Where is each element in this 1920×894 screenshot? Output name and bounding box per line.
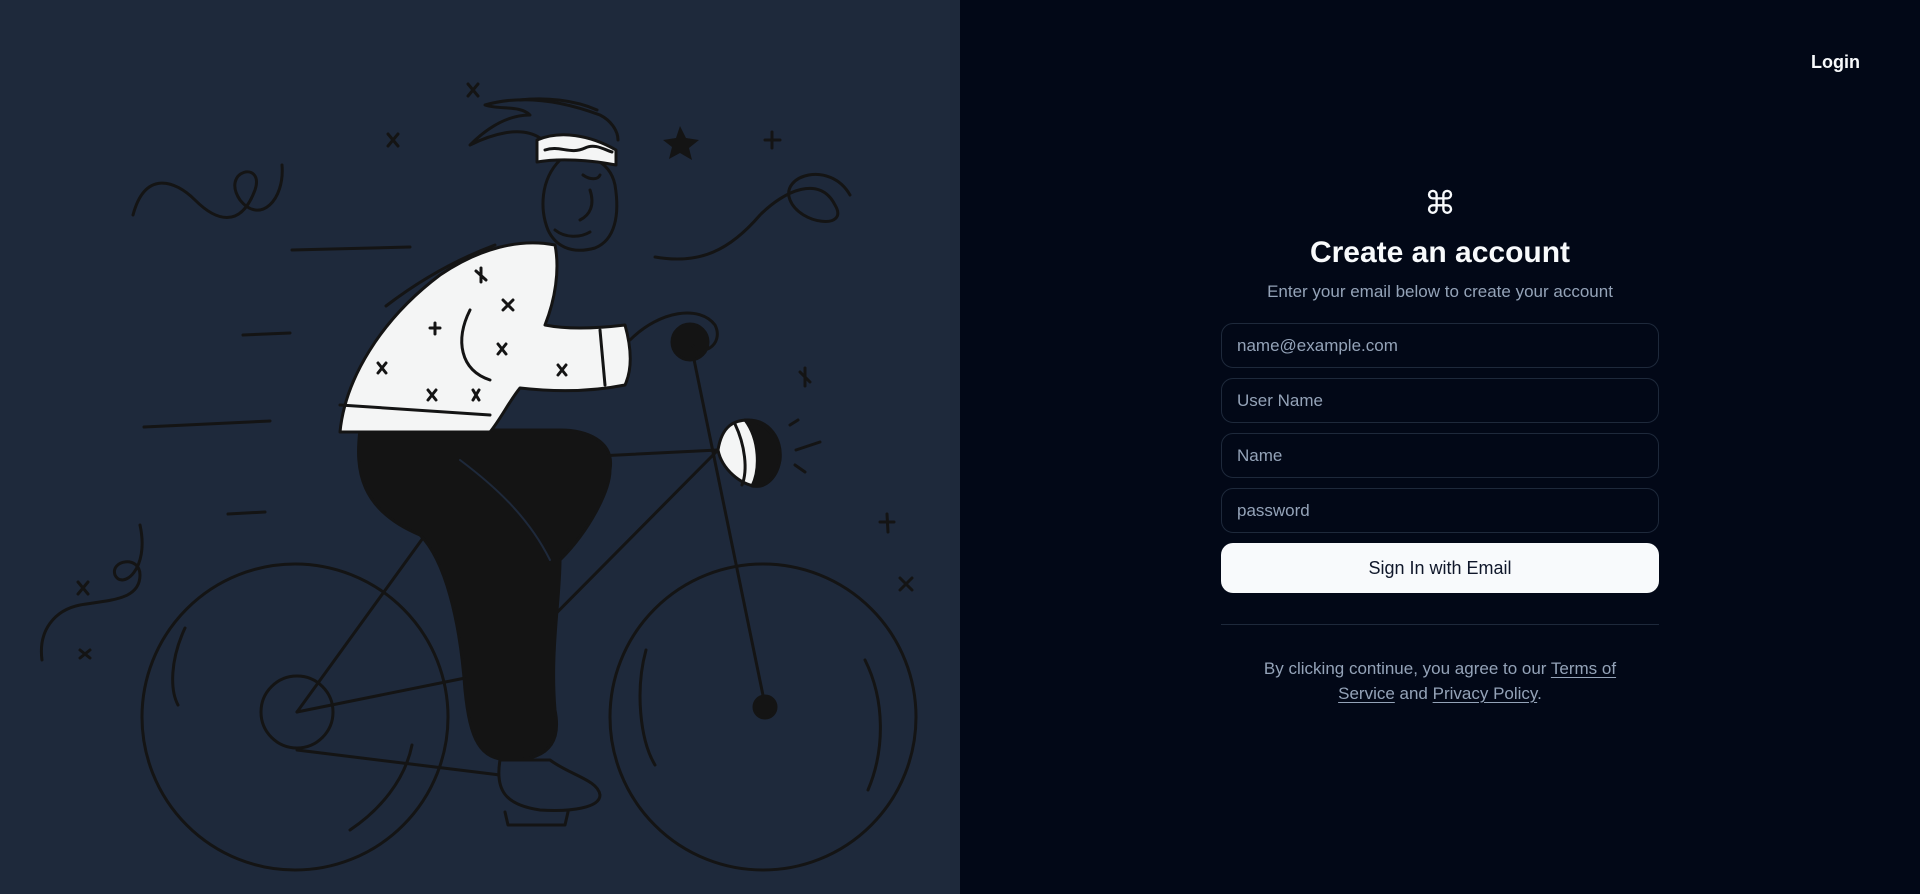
privacy-policy-link[interactable]: Privacy Policy: [1433, 684, 1538, 703]
terms-prefix: By clicking continue, you agree to our: [1263, 659, 1551, 678]
name-input[interactable]: [1221, 433, 1659, 478]
page-title: Create an account: [1309, 236, 1571, 269]
signup-form: ⌘ Create an account Enter your email bel…: [1221, 185, 1659, 706]
email-input[interactable]: [1221, 323, 1659, 368]
password-input[interactable]: [1221, 488, 1659, 533]
username-input[interactable]: [1221, 378, 1659, 423]
illustration-panel: [0, 0, 960, 894]
login-link[interactable]: Login: [1811, 52, 1860, 73]
terms-notice: By clicking continue, you agree to our T…: [1260, 656, 1620, 706]
page-subtitle: Enter your email below to create your ac…: [1267, 282, 1613, 301]
signup-page: Login ⌘ Create an account Enter your ema…: [0, 0, 1920, 894]
command-icon: ⌘: [1424, 184, 1456, 222]
cyclist-illustration: [39, 82, 918, 872]
signup-panel: Login ⌘ Create an account Enter your ema…: [960, 0, 1920, 894]
terms-suffix: .: [1537, 684, 1542, 703]
terms-connector: and: [1394, 684, 1433, 703]
sign-in-with-email-button[interactable]: Sign In with Email: [1221, 543, 1659, 593]
form-fields: [1221, 323, 1659, 533]
divider: [1221, 624, 1659, 625]
